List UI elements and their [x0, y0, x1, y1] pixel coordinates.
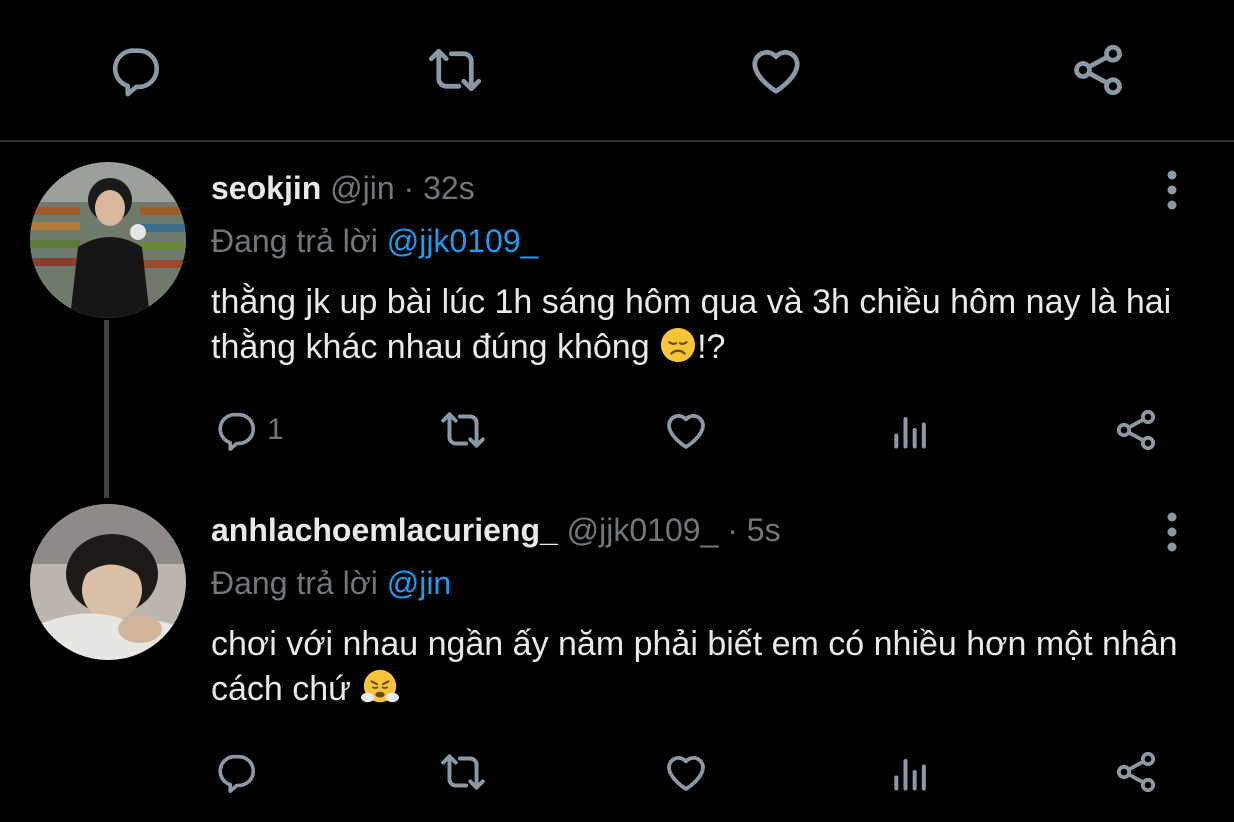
share-button[interactable]	[1112, 400, 1160, 460]
views-icon	[894, 758, 926, 791]
display-name[interactable]: seokjin	[211, 170, 321, 206]
divider	[0, 140, 1234, 142]
share-icon	[1116, 409, 1156, 451]
timestamp[interactable]: · 5s	[727, 512, 780, 548]
retweet-icon	[441, 412, 485, 448]
face-with-steam-from-nose-icon	[360, 668, 400, 718]
reply-button[interactable]: 1	[213, 400, 284, 460]
disappointed-face-icon	[659, 326, 697, 376]
tweet-header: anhlachoemlacurieng_ @jjk0109_ · 5s	[211, 512, 781, 549]
tweet-actions: 1	[0, 400, 1234, 460]
like-icon	[667, 756, 705, 791]
retweet-icon	[428, 48, 482, 92]
replying-to: Đang trả lời @jin	[211, 565, 451, 602]
more-icon	[1167, 512, 1177, 552]
timestamp[interactable]: · 32s	[404, 170, 475, 206]
reply-icon	[218, 412, 255, 451]
replying-mention-link[interactable]: @jin	[387, 565, 452, 601]
share-button[interactable]	[1068, 40, 1128, 100]
reply-button[interactable]	[213, 742, 259, 802]
top-action-bar	[0, 0, 1234, 140]
like-button[interactable]	[662, 742, 710, 802]
tweet-text-suffix: !?	[697, 328, 726, 366]
like-button[interactable]	[662, 400, 710, 460]
tweet-text: thằng jk up bài lúc 1h sáng hôm qua và 3…	[211, 280, 1201, 376]
avatar[interactable]	[30, 504, 186, 660]
replying-prefix: Đang trả lời	[211, 565, 378, 601]
views-button[interactable]	[889, 400, 933, 460]
share-icon	[1116, 751, 1156, 793]
reply-count: 1	[267, 413, 284, 446]
views-icon	[894, 416, 926, 449]
more-icon	[1167, 170, 1177, 210]
tweet-text: chơi với nhau ngần ấy năm phải biết em c…	[211, 622, 1201, 718]
more-button[interactable]	[1152, 507, 1192, 557]
retweet-button[interactable]	[425, 40, 485, 100]
replying-to: Đang trả lời @jjk0109_	[211, 223, 538, 260]
replying-mention-link[interactable]: @jjk0109_	[387, 223, 539, 259]
retweet-button[interactable]	[438, 742, 488, 802]
reply-icon	[218, 754, 255, 793]
display-name[interactable]: anhlachoemlacurieng_	[211, 512, 558, 548]
reply-button[interactable]	[105, 40, 165, 100]
retweet-icon	[441, 754, 485, 790]
tweet-header: seokjin @jin · 32s	[211, 170, 475, 207]
replying-prefix: Đang trả lời	[211, 223, 378, 259]
share-button[interactable]	[1112, 742, 1160, 802]
tweet-actions	[0, 742, 1234, 802]
handle[interactable]: @jin	[330, 170, 395, 206]
views-button[interactable]	[889, 742, 933, 802]
like-button[interactable]	[746, 40, 806, 100]
like-icon	[752, 50, 800, 94]
more-button[interactable]	[1152, 165, 1192, 215]
retweet-button[interactable]	[438, 400, 488, 460]
share-icon	[1074, 44, 1122, 96]
handle[interactable]: @jjk0109_	[567, 512, 719, 548]
like-icon	[667, 414, 705, 449]
avatar[interactable]	[30, 162, 186, 318]
reply-icon	[112, 48, 159, 97]
tweet-text-content: chơi với nhau ngần ấy năm phải biết em c…	[211, 625, 1178, 708]
